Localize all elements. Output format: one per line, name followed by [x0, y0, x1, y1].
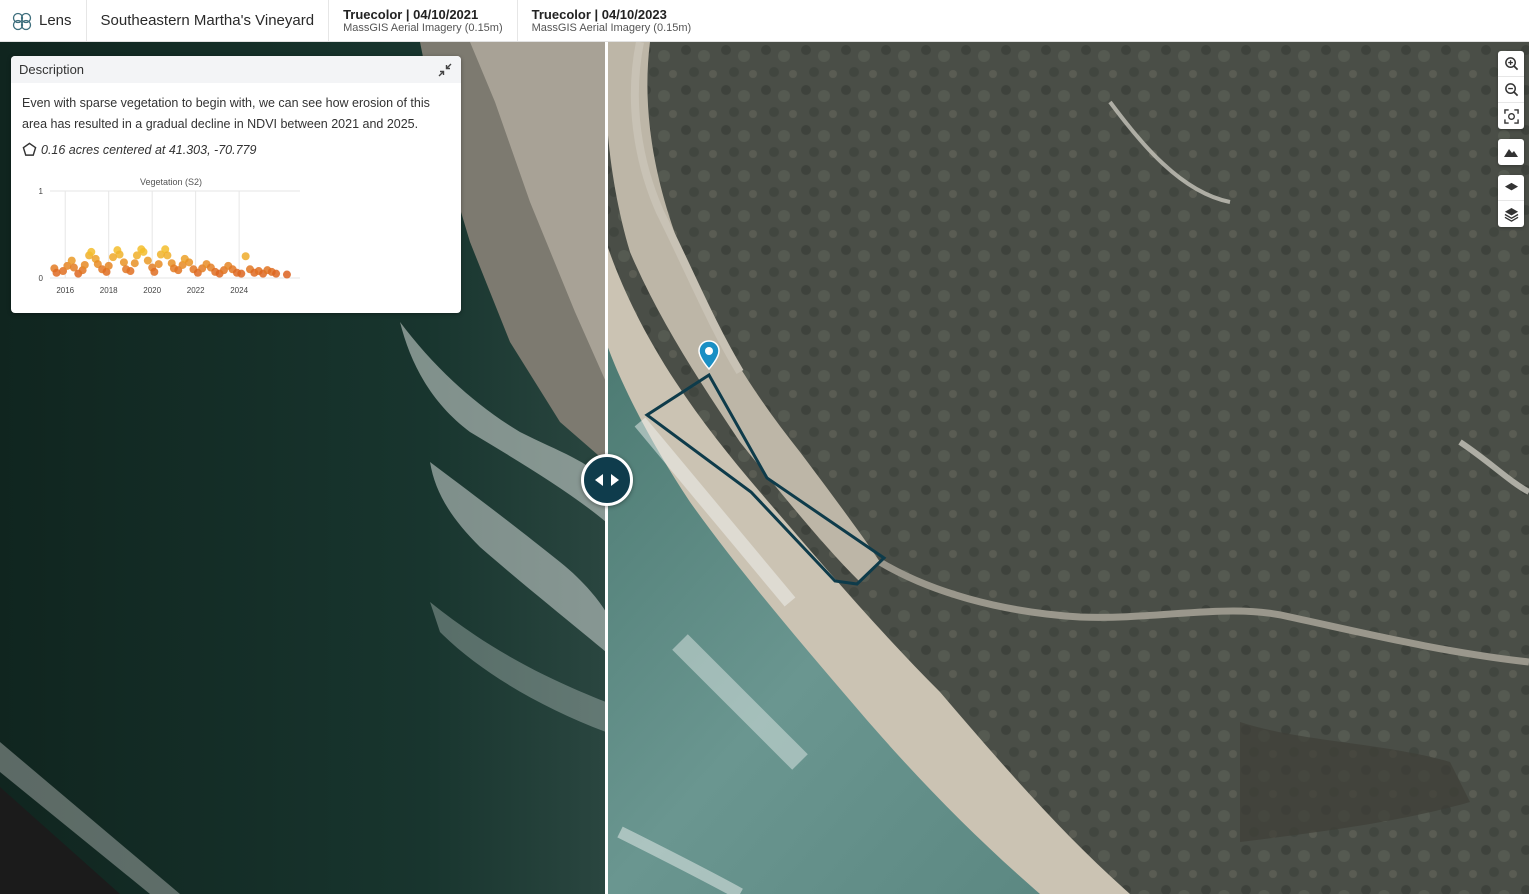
terrain-button[interactable] — [1498, 139, 1524, 165]
zoom-out-icon — [1504, 83, 1518, 97]
project-title[interactable]: Southeastern Martha's Vineyard — [87, 0, 330, 41]
panel-description: Even with sparse vegetation to begin wit… — [22, 96, 430, 131]
panel-title: Description — [19, 62, 85, 77]
chart-x-axis: 2016 2018 2020 2022 2024 — [56, 286, 248, 295]
chart-y-tick-label: 0 — [39, 274, 44, 283]
panel-header: Description — [11, 56, 461, 83]
layer-right[interactable]: Truecolor | 04/10/2023 MassGIS Aerial Im… — [518, 0, 706, 41]
fit-extent-button[interactable] — [1498, 103, 1524, 129]
chart-x-tick-label: 2016 — [56, 286, 74, 295]
layer-left[interactable]: Truecolor | 04/10/2021 MassGIS Aerial Im… — [329, 0, 518, 41]
fit-extent-icon — [1503, 108, 1519, 124]
chart-y-axis: 01 — [39, 187, 44, 283]
layer-icon — [1504, 182, 1518, 191]
top-bar: Lens Southeastern Martha's Vineyard True… — [0, 0, 1529, 42]
chart-point — [119, 258, 128, 267]
layer-controls — [1498, 175, 1524, 227]
layer-right-source: MassGIS Aerial Imagery (0.15m) — [531, 21, 692, 34]
app-name: Lens — [39, 12, 72, 29]
location-marker-icon[interactable] — [698, 340, 720, 370]
layer-left-source: MassGIS Aerial Imagery (0.15m) — [343, 21, 503, 34]
chart-point — [67, 256, 76, 265]
vegetation-chart[interactable]: Vegetation (S2) 01 2016 2018 2020 2022 2024 — [22, 168, 312, 308]
chart-point — [272, 269, 281, 278]
chart-point — [126, 267, 135, 276]
chart-point — [87, 247, 96, 256]
chart-point — [130, 259, 139, 268]
layer-left-title: Truecolor | 04/10/2021 — [343, 6, 479, 22]
chart-x-tick-label: 2018 — [100, 286, 118, 295]
chart-x-tick-label: 2020 — [143, 286, 161, 295]
zoom-controls — [1498, 51, 1524, 129]
polygon-icon — [22, 142, 37, 156]
description-panel: Description Even with sparse vegetation … — [11, 56, 461, 313]
chart-y-tick-label: 1 — [39, 187, 44, 196]
chart-point — [282, 270, 291, 279]
area-summary: 0.16 acres centered at 41.303, -70.779 — [22, 142, 450, 157]
layers-stack-button[interactable] — [1498, 201, 1524, 227]
collapse-icon[interactable] — [437, 62, 453, 78]
zoom-in-icon — [1504, 57, 1518, 71]
zoom-out-button[interactable] — [1498, 77, 1524, 103]
zoom-in-button[interactable] — [1498, 51, 1524, 77]
chart-title: Vegetation (S2) — [140, 177, 202, 187]
chart-point — [80, 260, 89, 269]
chart-point — [237, 269, 246, 278]
layer-right-title: Truecolor | 04/10/2023 — [531, 6, 667, 22]
chart-x-tick-label: 2022 — [187, 286, 205, 295]
app-brand[interactable]: Lens — [0, 0, 87, 41]
terrain-icon — [1504, 149, 1518, 157]
chart-point — [115, 250, 124, 259]
chart-point — [185, 258, 194, 267]
layer-button[interactable] — [1498, 175, 1524, 201]
chart-point — [139, 247, 148, 256]
swipe-arrows-icon — [595, 474, 619, 486]
area-text: 0.16 acres centered at 41.303, -70.779 — [41, 142, 257, 157]
swipe-handle[interactable] — [581, 454, 633, 506]
chart-point — [241, 252, 250, 261]
chart-x-tick-label: 2024 — [230, 286, 248, 295]
layers-stack-icon — [1504, 207, 1518, 222]
chart-points — [50, 245, 291, 279]
chart-point — [143, 256, 152, 265]
lens-logo-icon — [12, 12, 32, 30]
chart-point — [163, 251, 172, 260]
chart-point — [150, 267, 159, 276]
chart-point — [104, 261, 113, 270]
chart-point — [154, 260, 163, 269]
